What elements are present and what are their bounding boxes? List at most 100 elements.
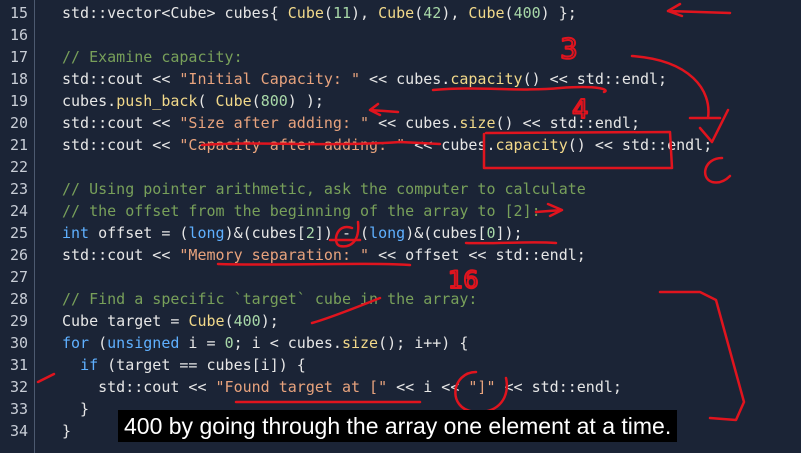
- code-token: )&(cubes[: [405, 224, 487, 242]
- code-token: if: [80, 356, 99, 374]
- code-line: }: [62, 420, 71, 442]
- code-token: capacity: [495, 136, 568, 154]
- code-token: 2: [305, 224, 315, 242]
- code-token: ),: [351, 4, 379, 22]
- line-number: 25: [9, 224, 28, 242]
- code-token: size: [459, 114, 496, 132]
- code-token: << cubes.: [369, 114, 460, 132]
- code-token: ),: [441, 4, 469, 22]
- code-token: (: [89, 334, 108, 352]
- code-token: }: [62, 400, 90, 418]
- code-token: 42: [423, 4, 442, 22]
- line-number: 24: [9, 202, 28, 220]
- annotation-tick-left: [36, 372, 56, 384]
- code-token: ) );: [287, 92, 324, 110]
- code-token: 0: [486, 224, 496, 242]
- code-token: // Examine capacity:: [62, 48, 243, 66]
- annotation-bracket-right: [658, 290, 746, 422]
- annotation-arrow-line15: [666, 2, 732, 18]
- code-token: push_back: [116, 92, 198, 110]
- code-token: // the offset from the beginning of the …: [62, 202, 541, 220]
- code-token: size: [341, 334, 379, 352]
- code-line: // the offset from the beginning of the …: [62, 200, 541, 222]
- code-line: std::vector<Cube> cubes{ Cube(11), Cube(…: [62, 2, 577, 24]
- code-line: Cube target = Cube(400);: [62, 310, 279, 332]
- code-token: std::cout <<: [62, 246, 180, 264]
- code-token: "Initial Capacity: ": [179, 70, 361, 88]
- code-token: i =: [179, 334, 225, 352]
- code-token: // Find a specific `target` cube in the …: [62, 290, 478, 308]
- code-token: "Capacity after adding: ": [179, 136, 406, 154]
- line-number: 34: [9, 422, 28, 440]
- line-number: 28: [9, 290, 28, 308]
- code-editor[interactable]: 15 16 17 18 19 20 21 22 23 24 25 26 27 28 29 30 31 32 33 34…: [0, 0, 801, 453]
- code-line: std::cout << "Found target at [" << i <<…: [62, 376, 622, 398]
- code-token: Cube target =: [62, 312, 189, 330]
- code-line: int offset = (long)&(cubes[2]) - (long)&…: [62, 222, 523, 244]
- code-token: (: [251, 92, 261, 110]
- code-token: "]": [468, 378, 496, 396]
- code-token: std::vector<Cube> cubes{: [62, 4, 288, 22]
- annotation-c-shape: [703, 156, 732, 184]
- line-number: 33: [9, 400, 28, 418]
- code-token: ]) - (: [314, 224, 370, 242]
- line-number: 22: [9, 158, 28, 176]
- line-number: 26: [9, 246, 28, 264]
- code-token: "Found target at [": [215, 378, 388, 396]
- code-token: << i <<: [387, 378, 469, 396]
- code-token: Cube: [287, 4, 324, 22]
- code-line: if (target == cubes[i]) {: [62, 354, 306, 376]
- code-token: (: [414, 4, 424, 22]
- code-line: std::cout << "Size after adding: " << cu…: [62, 112, 640, 134]
- line-number: 21: [9, 136, 28, 154]
- code-token: "Size after adding: ": [179, 114, 370, 132]
- code-token: std::cout <<: [62, 114, 180, 132]
- code-token: ; i < cubes.: [233, 334, 342, 352]
- code-token: (); i++) {: [378, 334, 469, 352]
- code-token: << offset << std::endl;: [369, 246, 586, 264]
- line-number: 18: [9, 70, 28, 88]
- line-number: 27: [9, 268, 28, 286]
- line-number: 15: [9, 4, 28, 22]
- code-token: );: [260, 312, 279, 330]
- line-number: 17: [9, 48, 28, 66]
- video-caption: 400 by going through the array one eleme…: [118, 410, 678, 442]
- code-token: 400: [513, 4, 541, 22]
- code-token: std::cout <<: [62, 136, 180, 154]
- code-token: << std::endl;: [495, 378, 622, 396]
- code-line: // Using pointer arithmetic, ask the com…: [62, 178, 586, 200]
- code-token: (: [323, 4, 333, 22]
- code-token: std::cout <<: [62, 378, 216, 396]
- line-number: 31: [9, 356, 28, 374]
- code-token: // Using pointer arithmetic, ask the com…: [62, 180, 586, 198]
- code-token: 400: [233, 312, 261, 330]
- code-token: Cube: [468, 4, 505, 22]
- line-number: 19: [9, 92, 28, 110]
- line-number: 29: [9, 312, 28, 330]
- code-token: )&(cubes[: [224, 224, 306, 242]
- code-token: (: [504, 4, 514, 22]
- line-number: 23: [9, 180, 28, 198]
- code-token: long: [188, 224, 225, 242]
- code-token: capacity: [450, 70, 523, 88]
- line-number: 32: [9, 378, 28, 396]
- line-number: 30: [9, 334, 28, 352]
- code-token: long: [369, 224, 406, 242]
- code-token: ) };: [540, 4, 577, 22]
- code-token: 0: [224, 334, 234, 352]
- code-line: std::cout << "Capacity after adding: " <…: [62, 134, 712, 156]
- code-token: () << std::endl;: [567, 136, 713, 154]
- code-token: (: [197, 92, 216, 110]
- code-token: offset = (: [89, 224, 189, 242]
- code-line: // Examine capacity:: [62, 46, 243, 68]
- code-token: << cubes.: [405, 136, 496, 154]
- code-token: unsigned: [107, 334, 180, 352]
- code-token: "Memory separation: ": [179, 246, 370, 264]
- code-line: cubes.push_back( Cube(800) );: [62, 90, 324, 112]
- code-token: cubes.: [62, 92, 117, 110]
- annotation-label-3: 3: [560, 32, 578, 65]
- code-token: }: [62, 422, 72, 440]
- code-token: ]);: [495, 224, 523, 242]
- code-line: for (unsigned i = 0; i < cubes.size(); i…: [62, 332, 468, 354]
